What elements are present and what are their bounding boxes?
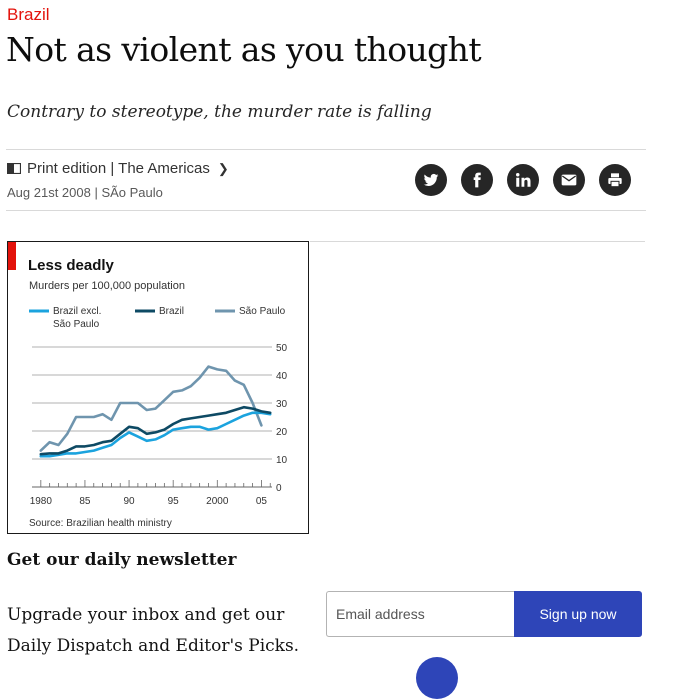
article-subheadline: Contrary to stereotype, the murder rate …: [7, 102, 432, 122]
floating-action-button[interactable]: [416, 657, 458, 699]
x-axis: 1980 85 90 95 2000 05: [30, 480, 272, 507]
y-tick-label: 10: [276, 455, 288, 466]
chevron-right-icon: ❯: [217, 160, 229, 176]
chart-accent-bar: [8, 242, 16, 270]
chart-canvas: Less deadly Murders per 100,000 populati…: [8, 242, 288, 529]
top-divider: [6, 149, 646, 150]
kicker-label[interactable]: Brazil: [7, 5, 50, 25]
dateline: Aug 21st 2008 | SÃo Paulo: [7, 185, 163, 200]
legend-label: Brazil: [159, 306, 184, 317]
print-edition-link[interactable]: Print edition | The Americas ❯: [7, 160, 229, 177]
article-headline: Not as violent as you thought: [6, 30, 482, 69]
x-tick-label: 85: [79, 496, 91, 507]
print-button[interactable]: [599, 164, 631, 196]
mail-icon: [561, 174, 577, 186]
y-tick-label: 30: [276, 399, 288, 410]
x-tick-label: 05: [256, 496, 268, 507]
twitter-icon: [423, 173, 439, 186]
legend-label: São Paulo: [53, 319, 100, 330]
book-icon: [7, 163, 21, 174]
chart-container: Less deadly Murders per 100,000 populati…: [7, 241, 309, 534]
x-tick-label: 90: [123, 496, 135, 507]
twitter-share-button[interactable]: [415, 164, 447, 196]
chart-source: Source: Brazilian health ministry: [29, 518, 172, 529]
legend-label: Brazil excl.: [53, 306, 101, 317]
facebook-share-button[interactable]: [461, 164, 493, 196]
x-tick-label: 2000: [206, 496, 229, 507]
x-tick-label: 95: [168, 496, 180, 507]
newsletter-title: Get our daily newsletter: [7, 550, 237, 570]
email-field[interactable]: [326, 591, 515, 637]
chart-top-divider: [310, 241, 645, 242]
sign-up-button[interactable]: Sign up now: [514, 591, 642, 637]
chart-series: [39, 365, 272, 458]
mid-divider: [6, 210, 646, 211]
legend-label: São Paulo: [239, 306, 286, 317]
y-tick-label: 20: [276, 427, 288, 438]
chart-legend: Brazil excl. São Paulo Brazil São Paulo: [29, 306, 286, 330]
section-link-text[interactable]: Print edition | The Americas: [27, 160, 210, 177]
facebook-icon: [473, 172, 481, 188]
y-tick-label: 40: [276, 371, 288, 382]
chart-subtitle: Murders per 100,000 population: [29, 280, 185, 292]
series-line: [39, 365, 263, 452]
y-tick-label: 0: [276, 483, 282, 494]
newsletter-description: Upgrade your inbox and get our Daily Dis…: [7, 605, 300, 656]
email-share-button[interactable]: [553, 164, 585, 196]
y-axis: 0 10 20 30 40 50: [276, 343, 288, 494]
linkedin-icon: [516, 173, 531, 187]
linkedin-share-button[interactable]: [507, 164, 539, 196]
print-icon: [608, 173, 622, 188]
y-tick-label: 50: [276, 343, 288, 354]
chart-title: Less deadly: [28, 257, 115, 274]
share-bar: [415, 164, 631, 196]
chart-grid: [32, 346, 272, 460]
x-tick-label: 1980: [30, 496, 53, 507]
